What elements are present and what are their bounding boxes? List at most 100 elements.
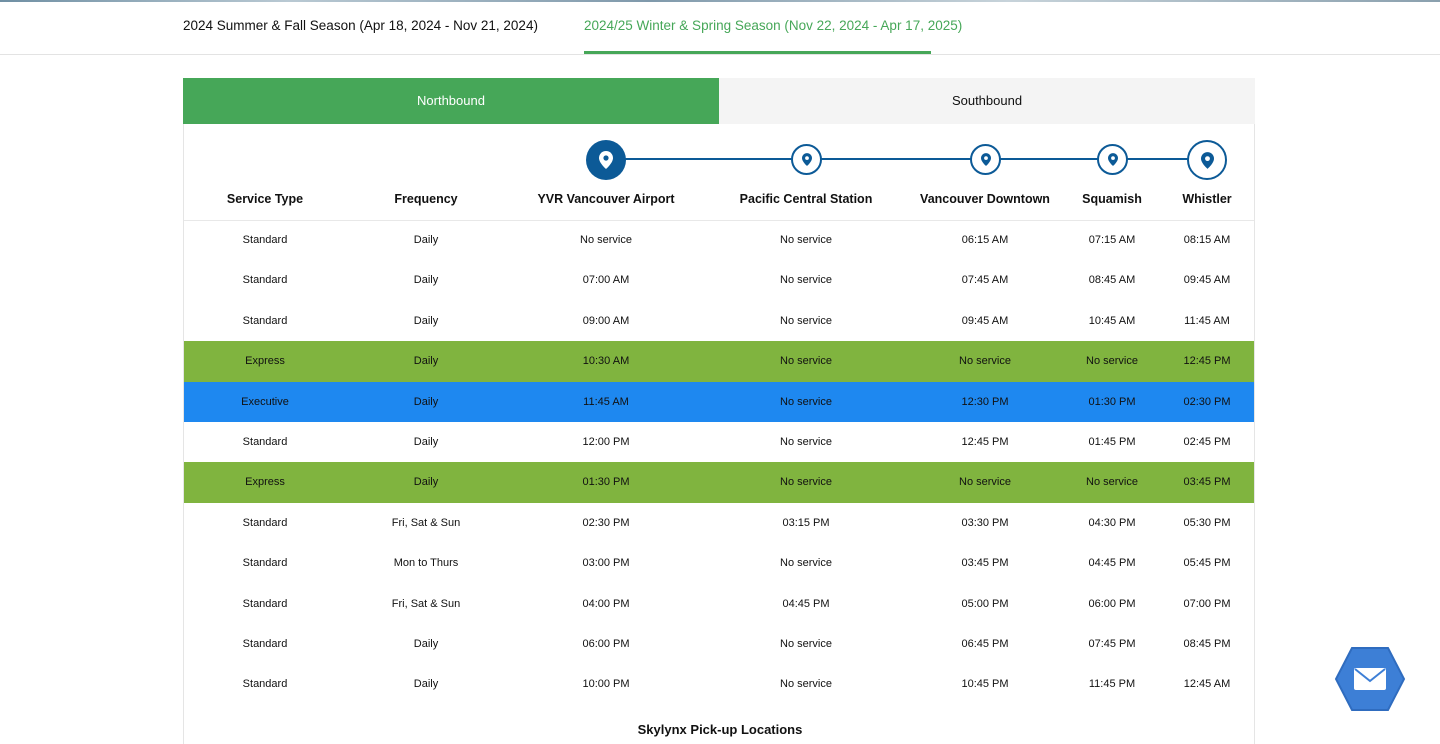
service-type-cell: Standard: [242, 516, 288, 529]
tab-northbound[interactable]: Northbound: [183, 78, 719, 124]
tab-summer-fall-season[interactable]: 2024 Summer & Fall Season (Apr 18, 2024 …: [183, 18, 538, 54]
whistler-time-cell: 03:45 PM: [1183, 476, 1231, 489]
pacific-central-time-cell: No service: [780, 436, 832, 448]
frequency-cell: Fri, Sat & Sun: [391, 597, 461, 610]
service-type-cell: Standard: [242, 436, 288, 448]
frequency-cell: Daily: [413, 395, 439, 408]
squamish-time-cell: 07:15 AM: [1088, 234, 1136, 246]
pacific-central-time-cell: No service: [780, 557, 832, 570]
squamish-time-cell: 08:45 AM: [1088, 274, 1136, 287]
column-header-yvr-airport: YVR Vancouver Airport: [537, 192, 675, 206]
squamish-time-cell: 11:45 PM: [1088, 678, 1136, 691]
yvr-time-cell: 10:00 PM: [582, 678, 630, 691]
whistler-time-cell: 12:45 PM: [1183, 355, 1231, 368]
frequency-cell: Daily: [413, 476, 439, 489]
table-row: Standard Daily 09:00 AM No service 09:45 AM 1…: [184, 301, 1254, 341]
frequency-cell: Daily: [413, 274, 439, 287]
frequency-cell: Daily: [413, 638, 439, 650]
pacific-central-time-cell: No service: [780, 395, 832, 408]
squamish-time-cell: 04:45 PM: [1088, 557, 1136, 570]
squamish-time-cell: No service: [1086, 476, 1138, 489]
pacific-central-time-cell: No service: [780, 234, 832, 246]
yvr-time-cell: 06:00 PM: [582, 638, 630, 650]
whistler-time-cell: 05:45 PM: [1183, 557, 1231, 570]
downtown-time-cell: 03:30 PM: [961, 516, 1009, 529]
table-row: Express Daily 10:30 AM No service No service…: [184, 341, 1254, 382]
downtown-time-cell: 12:45 PM: [961, 436, 1009, 448]
whistler-time-cell: 09:45 AM: [1183, 274, 1231, 287]
table-row: Standard Daily No service No service 06:15 A…: [184, 220, 1254, 260]
downtown-time-cell: 06:15 AM: [961, 234, 1009, 246]
table-row: Express Daily 01:30 PM No service No service…: [184, 462, 1254, 503]
downtown-time-cell: 07:45 AM: [961, 274, 1009, 287]
frequency-cell: Mon to Thurs: [393, 557, 459, 570]
frequency-cell: Daily: [413, 678, 439, 691]
table-row: Standard Daily 06:00 PM No service 06:45 PM 0…: [184, 624, 1254, 664]
table-row: Standard Mon to Thurs 03:00 PM No service 03…: [184, 543, 1254, 583]
service-type-cell: Express: [245, 355, 285, 368]
whistler-time-cell: 08:45 PM: [1183, 638, 1231, 650]
yvr-time-cell: 10:30 AM: [582, 355, 630, 368]
pacific-central-time-cell: No service: [780, 355, 832, 368]
tab-winter-spring-season[interactable]: 2024/25 Winter & Spring Season (Nov 22, …: [584, 18, 962, 54]
pacific-central-time-cell: 03:15 PM: [782, 516, 830, 529]
frequency-cell: Daily: [413, 314, 439, 327]
yvr-time-cell: 03:00 PM: [582, 557, 630, 570]
service-type-cell: Standard: [242, 678, 288, 691]
table-row: Standard Daily 10:00 PM No service 10:45 PM 1…: [184, 664, 1254, 704]
squamish-time-cell: 04:30 PM: [1088, 516, 1136, 529]
service-type-cell: Standard: [242, 638, 288, 650]
squamish-time-cell: 01:45 PM: [1088, 436, 1136, 448]
yvr-time-cell: 01:30 PM: [582, 476, 630, 489]
pacific-central-time-cell: No service: [780, 678, 832, 691]
pacific-central-time-cell: No service: [780, 274, 832, 287]
yvr-time-cell: 07:00 AM: [582, 274, 630, 287]
whistler-time-cell: 11:45 AM: [1184, 314, 1230, 327]
table-row: Standard Fri, Sat & Sun 02:30 PM 03:15 PM 03…: [184, 503, 1254, 543]
frequency-cell: Daily: [413, 436, 439, 448]
column-header-vancouver-downtown: Vancouver Downtown: [920, 192, 1050, 206]
squamish-time-cell: 01:30 PM: [1088, 395, 1136, 408]
table-row: Standard Daily 07:00 AM No service 07:45 AM 0…: [184, 260, 1254, 300]
downtown-time-cell: 10:45 PM: [961, 678, 1009, 691]
downtown-time-cell: No service: [959, 476, 1011, 489]
yvr-time-cell: 09:00 AM: [582, 314, 630, 327]
pacific-central-time-cell: No service: [780, 638, 832, 650]
service-type-cell: Standard: [242, 557, 288, 570]
downtown-time-cell: No service: [959, 355, 1011, 368]
squamish-time-cell: 10:45 AM: [1088, 314, 1136, 327]
column-header-frequency: Frequency: [394, 192, 458, 206]
contact-chat-button[interactable]: [1334, 646, 1406, 712]
season-tabs: 2024 Summer & Fall Season (Apr 18, 2024 …: [0, 0, 1440, 55]
yvr-time-cell: 11:45 AM: [583, 395, 629, 408]
whistler-time-cell: 05:30 PM: [1183, 516, 1231, 529]
tab-southbound[interactable]: Southbound: [719, 78, 1255, 124]
whistler-time-cell: 02:30 PM: [1183, 395, 1231, 408]
squamish-time-cell: No service: [1086, 355, 1138, 368]
column-header-pacific-central: Pacific Central Station: [739, 192, 873, 206]
service-type-cell: Standard: [242, 597, 288, 610]
column-header-service-type: Service Type: [226, 192, 304, 206]
envelope-icon: [1334, 647, 1406, 711]
service-type-cell: Standard: [242, 314, 288, 327]
service-type-cell: Standard: [242, 234, 288, 246]
yvr-time-cell: 12:00 PM: [582, 436, 630, 448]
column-header-squamish: Squamish: [1082, 192, 1142, 206]
whistler-time-cell: 02:45 PM: [1183, 436, 1231, 448]
whistler-time-cell: 08:15 AM: [1183, 234, 1231, 246]
pacific-central-time-cell: 04:45 PM: [782, 597, 830, 610]
yvr-time-cell: 04:00 PM: [582, 597, 630, 610]
table-row: Standard Fri, Sat & Sun 04:00 PM 04:45 PM 05…: [184, 584, 1254, 624]
direction-tabs: Northbound Southbound: [183, 78, 1255, 138]
service-type-cell: Express: [245, 476, 285, 489]
downtown-time-cell: 03:45 PM: [961, 557, 1009, 570]
frequency-cell: Daily: [413, 355, 439, 368]
frequency-cell: Fri, Sat & Sun: [391, 516, 461, 529]
service-type-cell: Standard: [242, 274, 288, 287]
whistler-time-cell: 12:45 AM: [1183, 678, 1231, 691]
squamish-time-cell: 06:00 PM: [1088, 597, 1136, 610]
squamish-time-cell: 07:45 PM: [1088, 638, 1136, 650]
downtown-time-cell: 12:30 PM: [961, 395, 1009, 408]
downtown-time-cell: 09:45 AM: [961, 314, 1009, 327]
service-type-cell: Executive: [241, 395, 289, 408]
